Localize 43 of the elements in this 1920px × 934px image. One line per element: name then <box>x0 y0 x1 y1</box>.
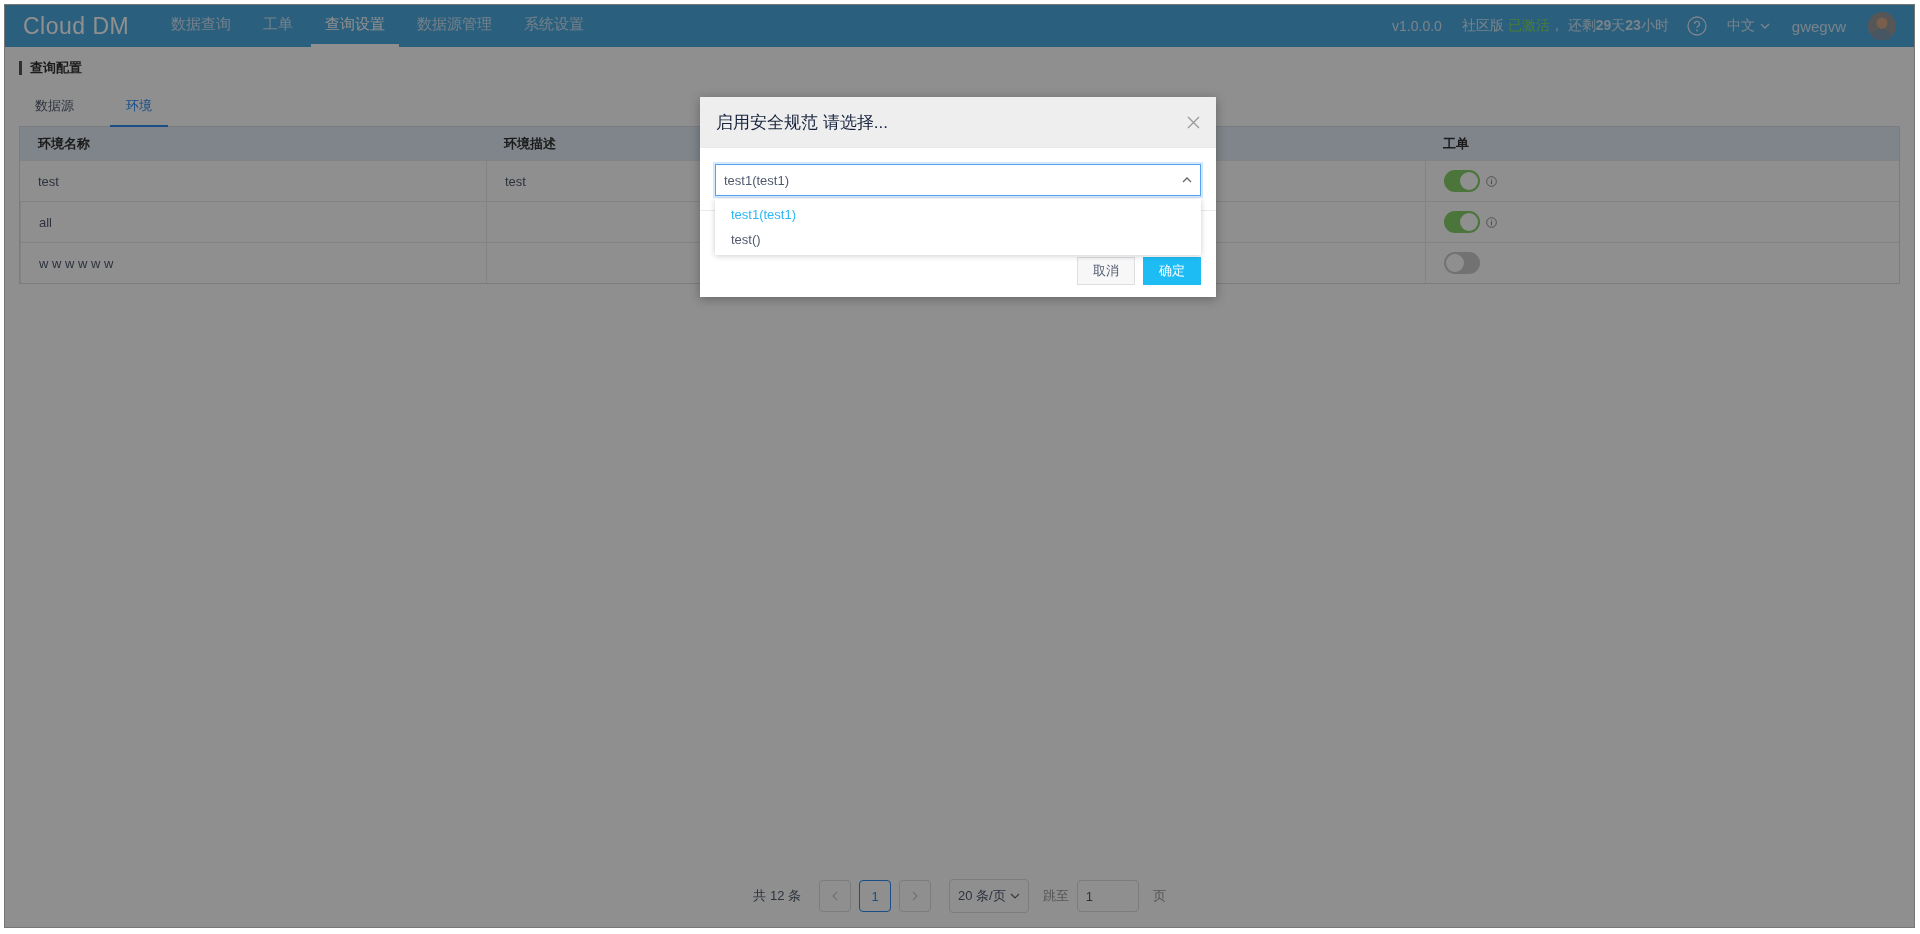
caret-icon <box>1759 23 1770 29</box>
user-name[interactable]: gwegvw <box>1791 17 1846 35</box>
toggle-switch[interactable] <box>1444 252 1480 274</box>
remaining-time: ， 还剩29天23小时 <box>1549 17 1669 35</box>
tab[interactable]: 数据源 <box>19 97 90 127</box>
confirm-button[interactable]: 确定 <box>1143 257 1201 285</box>
chevron-right-icon <box>912 891 918 901</box>
version-label: v1.0.0.0 <box>1392 18 1442 34</box>
page-suffix: 页 <box>1152 887 1166 905</box>
logo[interactable]: Cloud DM <box>23 12 130 40</box>
close-icon[interactable] <box>1187 115 1200 129</box>
info-icon[interactable] <box>1486 175 1497 187</box>
table-cell: test <box>20 160 486 201</box>
avatar-icon[interactable] <box>1868 12 1896 40</box>
chevron-up-icon <box>1182 177 1192 183</box>
column-header: 工单 <box>1425 127 1899 160</box>
next-page-button[interactable] <box>899 880 931 912</box>
previous-page-button[interactable] <box>819 880 851 912</box>
language-dropdown[interactable]: 中文 <box>1726 17 1770 35</box>
nav-item[interactable]: 数据查询 <box>157 5 246 47</box>
page-jump-field[interactable]: 1 <box>1076 880 1139 912</box>
page-size-dropdown[interactable]: 20 条/页 <box>949 879 1029 913</box>
info-icon[interactable] <box>1486 216 1497 228</box>
cancel-button[interactable]: 取消 <box>1077 257 1135 285</box>
nav-item[interactable]: 工单 <box>249 5 308 47</box>
column-header: 环境名称 <box>20 127 486 160</box>
activation-status: 已激活 <box>1507 17 1550 35</box>
dropdown-option[interactable]: test1(test1) <box>715 202 1201 227</box>
help-icon[interactable] <box>1686 16 1707 36</box>
toggle-switch[interactable] <box>1444 170 1480 192</box>
select-field[interactable]: test1(test1) <box>715 164 1201 196</box>
toggle-switch[interactable] <box>1444 211 1480 233</box>
section-title: 查询配置 <box>19 61 82 75</box>
page-button[interactable]: 1 <box>859 880 891 912</box>
table-cell: all <box>20 201 486 242</box>
edition-label: 社区版 <box>1461 17 1505 35</box>
table-cell: w w w w w w <box>20 242 486 283</box>
nav-item[interactable]: 查询设置 <box>311 5 400 47</box>
total-count: 共 12 条 <box>753 887 801 905</box>
chevron-left-icon <box>832 891 838 901</box>
dropdown-option[interactable]: test() <box>715 227 1201 252</box>
caret-icon <box>1009 893 1020 899</box>
nav-item[interactable]: 数据源管理 <box>403 5 507 47</box>
